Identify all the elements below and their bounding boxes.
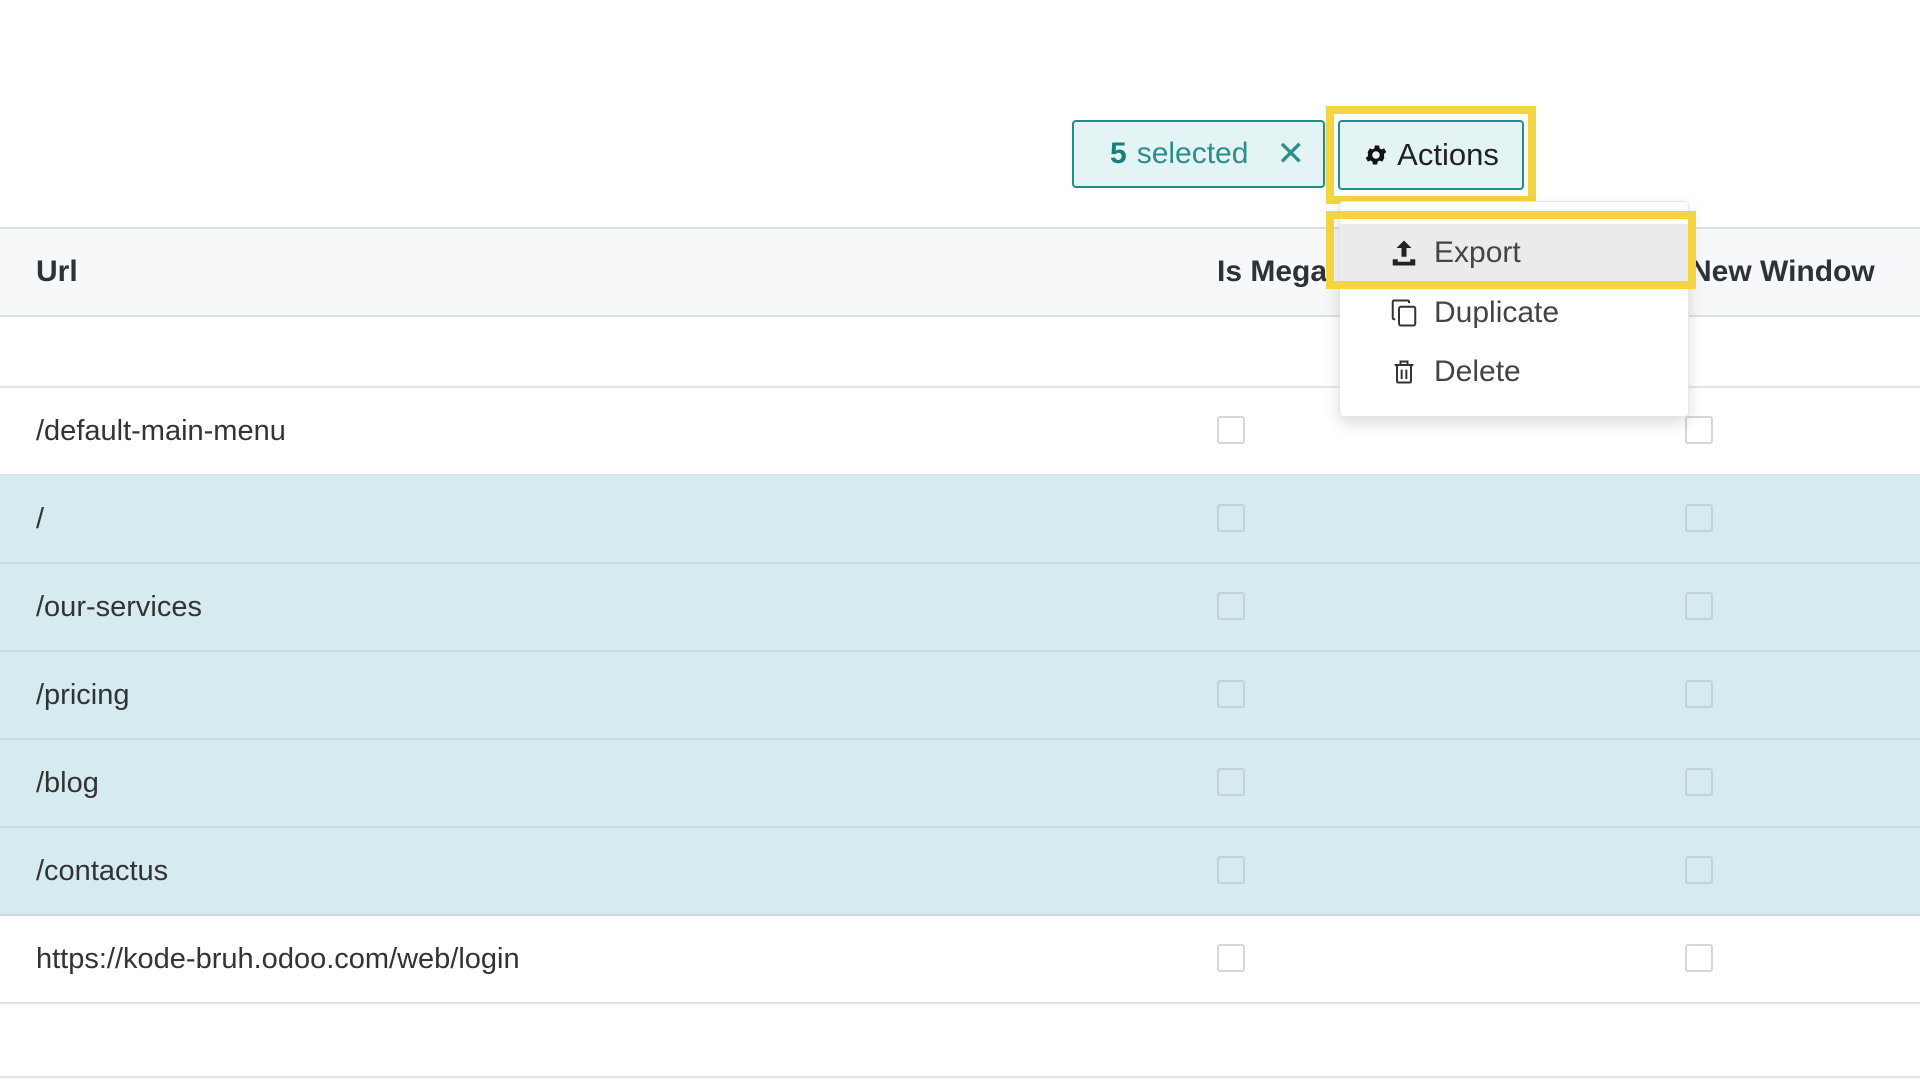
url-cell: https://kode-bruh.odoo.com/web/login <box>36 942 520 975</box>
table-row[interactable]: /our-services <box>0 564 1920 652</box>
close-x-icon[interactable]: ✕ <box>1276 137 1305 171</box>
column-header-url[interactable]: Url <box>36 229 78 315</box>
is-mega-checkbox[interactable] <box>1217 504 1245 532</box>
url-cell: /blog <box>36 766 99 799</box>
url-cell: /our-services <box>36 590 202 623</box>
new-window-checkbox[interactable] <box>1685 504 1713 532</box>
menu-item-delete[interactable]: Delete <box>1340 343 1688 401</box>
table-row[interactable]: /pricing <box>0 652 1920 740</box>
is-mega-checkbox[interactable] <box>1217 592 1245 620</box>
menu-item-duplicate[interactable]: Duplicate <box>1340 284 1688 342</box>
menu-item-export[interactable]: Export <box>1340 224 1688 282</box>
upload-icon <box>1388 236 1420 270</box>
is-mega-checkbox[interactable] <box>1217 944 1245 972</box>
new-window-checkbox[interactable] <box>1685 768 1713 796</box>
is-mega-checkbox[interactable] <box>1217 768 1245 796</box>
new-window-checkbox[interactable] <box>1685 680 1713 708</box>
table-row[interactable]: /contactus <box>0 828 1920 916</box>
table-row[interactable]: / <box>0 476 1920 564</box>
actions-label: Actions <box>1397 137 1499 172</box>
new-window-checkbox[interactable] <box>1685 856 1713 884</box>
table-row[interactable]: https://kode-bruh.odoo.com/web/login <box>0 916 1920 1004</box>
new-window-checkbox[interactable] <box>1685 944 1713 972</box>
gear-icon <box>1365 145 1387 165</box>
trash-icon <box>1388 355 1420 389</box>
url-cell: /contactus <box>36 854 169 887</box>
selected-label: selected <box>1136 137 1249 170</box>
column-header-is-mega[interactable]: Is Mega <box>1217 229 1327 315</box>
actions-button[interactable]: Actions <box>1338 120 1524 190</box>
is-mega-checkbox[interactable] <box>1217 416 1245 444</box>
menu-item-delete-label: Delete <box>1434 355 1521 388</box>
table-row[interactable]: /blog <box>0 740 1920 828</box>
url-cell: / <box>36 502 45 535</box>
column-header-new-window[interactable]: New Window <box>1690 229 1875 315</box>
actions-dropdown-menu: Export Duplicate Delete <box>1339 201 1689 417</box>
selected-count: 5 <box>1110 137 1127 170</box>
menu-item-duplicate-label: Duplicate <box>1434 296 1560 329</box>
new-window-checkbox[interactable] <box>1685 592 1713 620</box>
new-window-checkbox[interactable] <box>1685 416 1713 444</box>
selection-chip: 5 selected ✕ <box>1072 120 1325 188</box>
copy-icon <box>1388 296 1420 330</box>
url-cell: /default-main-menu <box>36 414 286 447</box>
table-bottom-divider <box>0 1076 1920 1078</box>
menu-item-export-label: Export <box>1434 236 1521 269</box>
url-cell: /pricing <box>36 678 130 711</box>
is-mega-checkbox[interactable] <box>1217 856 1245 884</box>
is-mega-checkbox[interactable] <box>1217 680 1245 708</box>
